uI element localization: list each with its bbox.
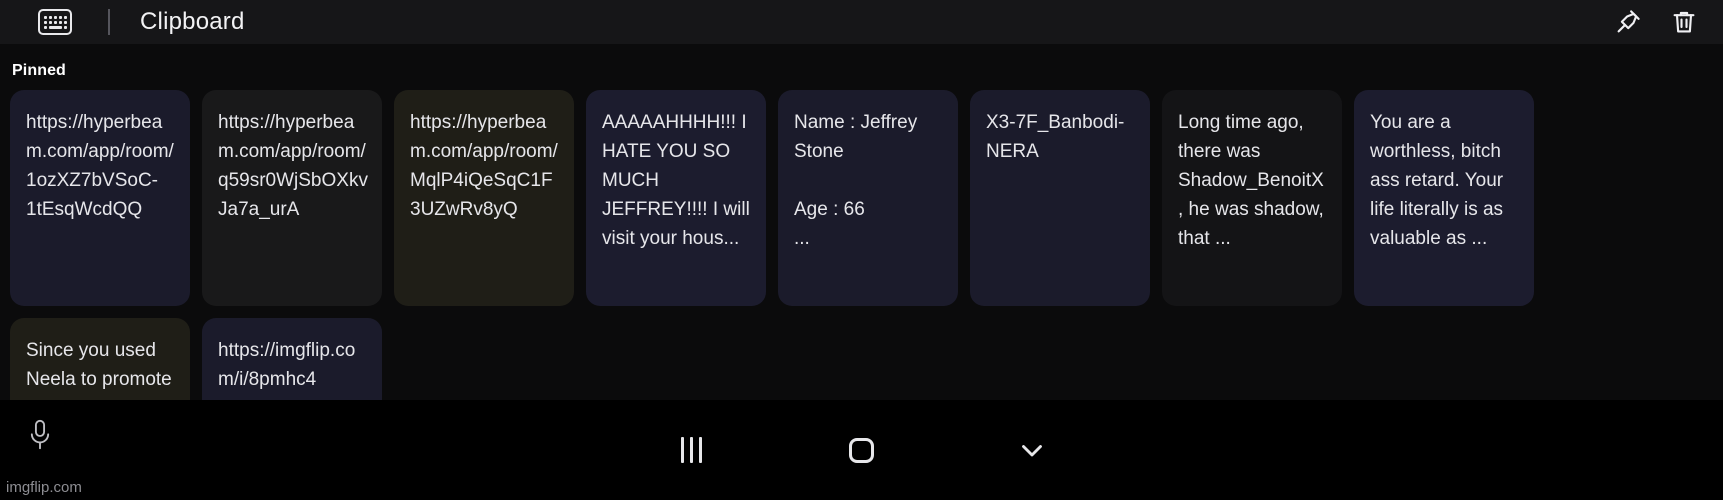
keyboard-icon[interactable] (38, 9, 72, 35)
clipboard-card[interactable]: https://hyperbeam.com/app/room/MqlP4iQeS… (394, 90, 574, 306)
chevron-down-icon[interactable] (1006, 424, 1058, 476)
clipboard-panel: Clipboard Pinned https://hyperbeam.com/a… (0, 0, 1723, 500)
page-title: Clipboard (140, 8, 245, 35)
trash-icon[interactable] (1667, 5, 1701, 39)
keyboard-icon-glyph (43, 15, 67, 29)
clipboard-card[interactable]: You are a worthless, bitch ass retard. Y… (1354, 90, 1534, 306)
clipboard-card[interactable]: https://hyperbeam.com/app/room/1ozXZ7bVS… (10, 90, 190, 306)
home-icon-glyph (849, 437, 874, 463)
home-icon[interactable] (836, 424, 888, 476)
pinned-section-label: Pinned (12, 62, 66, 79)
clipboard-body: Pinned https://hyperbeam.com/app/room/1o… (0, 44, 1723, 400)
clipboard-card[interactable]: Long time ago, there was Shadow_BenoitX,… (1162, 90, 1342, 306)
recents-icon-glyph (681, 437, 702, 463)
system-navigation-bar: imgflip.com (0, 400, 1723, 500)
clipboard-header: Clipboard (0, 0, 1723, 44)
watermark: imgflip.com (6, 479, 82, 496)
clipboard-card[interactable]: https://hyperbeam.com/app/room/q59sr0WjS… (202, 90, 382, 306)
clipboard-card-list: https://hyperbeam.com/app/room/1ozXZ7bVS… (0, 90, 1723, 400)
header-divider (108, 9, 110, 35)
clipboard-card[interactable]: Since you used Neela to promote your stu… (10, 318, 190, 400)
clipboard-card[interactable]: https://imgflip.com/i/8pmhc4 (202, 318, 382, 400)
nav-button-group (0, 400, 1723, 500)
clipboard-card[interactable]: Name : Jeffrey Stone Age : 66 ... (778, 90, 958, 306)
clipboard-card[interactable]: X3-7F_Banbodi-NERA (970, 90, 1150, 306)
recents-icon[interactable] (666, 424, 718, 476)
pin-icon[interactable] (1611, 5, 1645, 39)
clipboard-card[interactable]: AAAAAHHHH!!! I HATE YOU SO MUCH JEFFREY!… (586, 90, 766, 306)
